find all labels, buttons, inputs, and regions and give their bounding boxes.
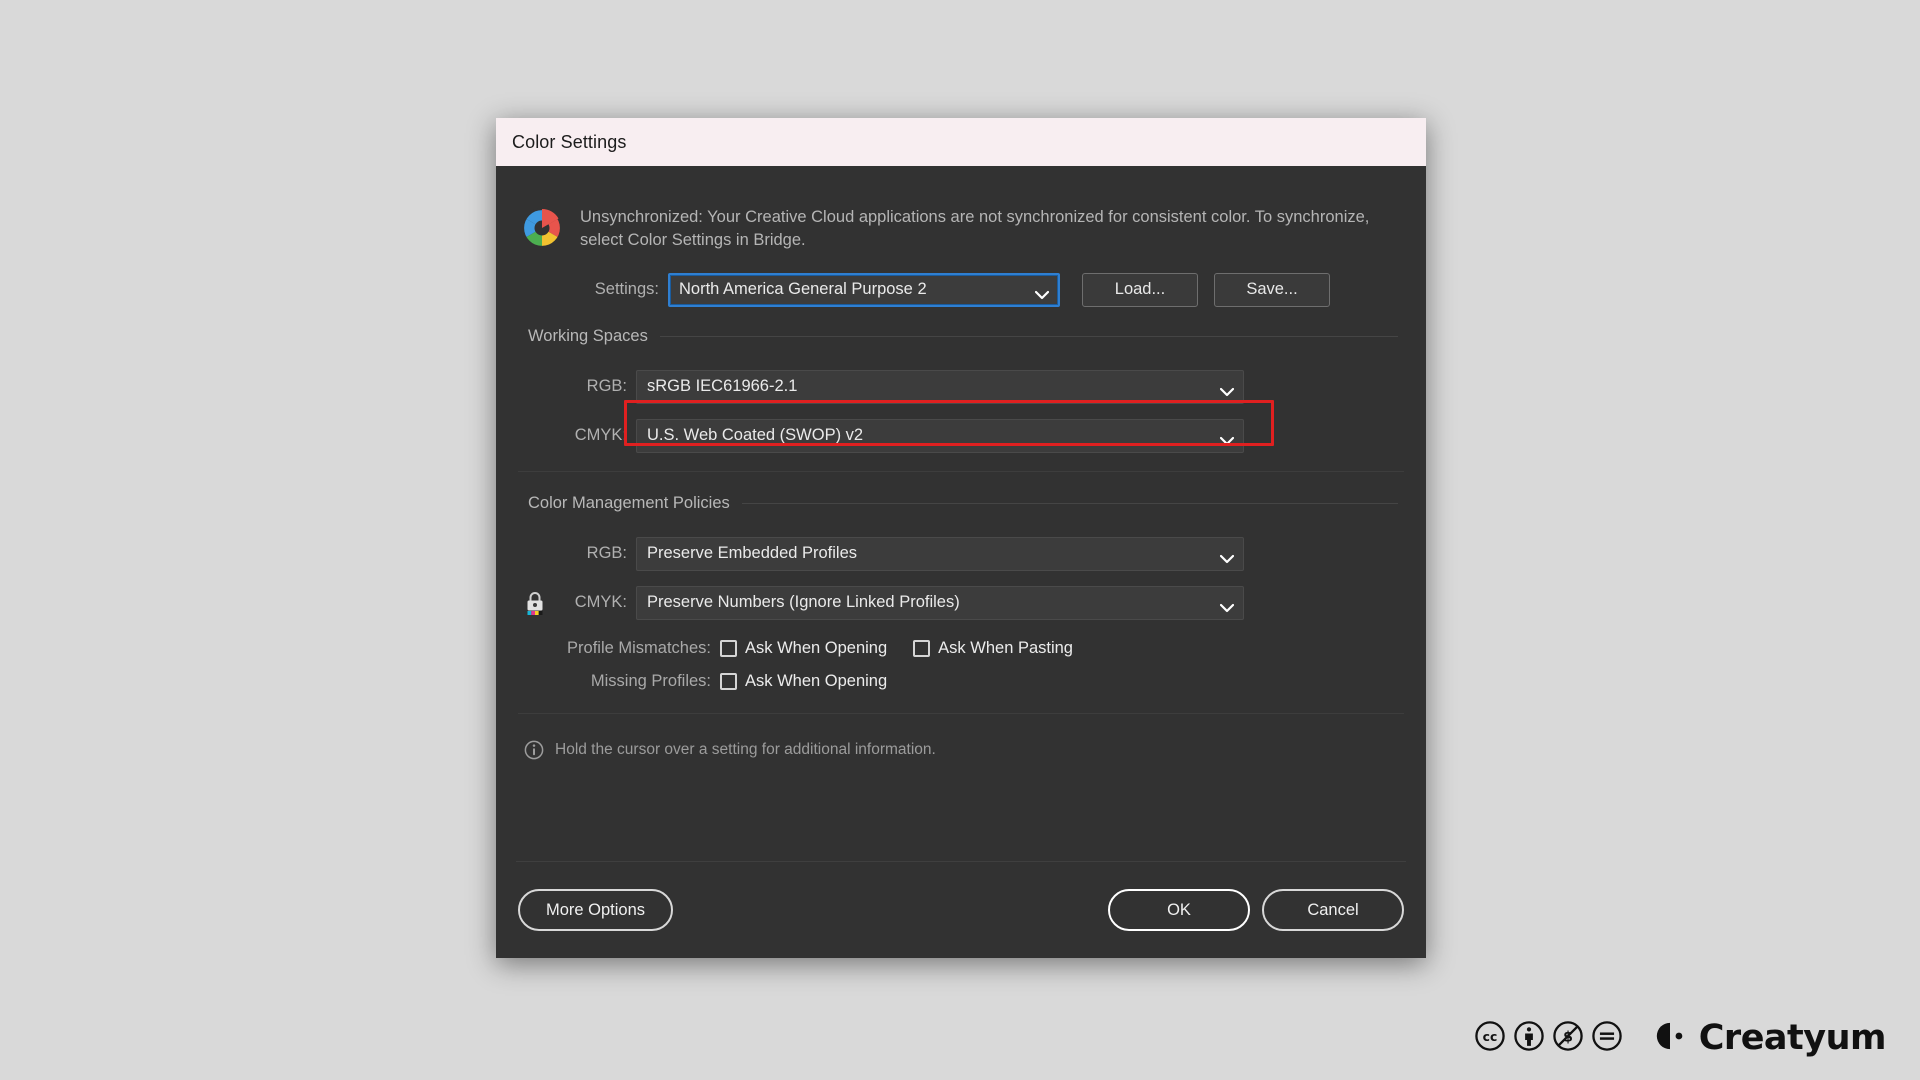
working-spaces-cmyk-dropdown[interactable]: U.S. Web Coated (SWOP) v2 [636, 418, 1244, 453]
working-spaces-section: Working Spaces RGB: sRGB IEC61966-2.1 CM… [518, 327, 1404, 472]
profile-mismatches-ask-pasting-checkbox[interactable] [913, 639, 931, 657]
creatyum-wordmark: Creatyum [1698, 1018, 1887, 1058]
working-spaces-group: RGB: sRGB IEC61966-2.1 CMYK: U.S. Web Co… [518, 350, 1404, 472]
ok-button[interactable]: OK [1108, 889, 1250, 931]
footer-divider [516, 861, 1406, 862]
settings-dropdown-value: North America General Purpose 2 [679, 280, 927, 299]
hint-row: Hold the cursor over a setting for addit… [518, 740, 1404, 760]
cmyk-lock-icon [518, 590, 552, 616]
cc-nc-icon: $ [1553, 1020, 1583, 1056]
profile-mismatches-ask-opening-checkbox[interactable] [720, 639, 737, 657]
color-settings-dialog: Color Settings Unsynchronized: Your Crea… [496, 118, 1426, 958]
settings-dropdown[interactable]: North America General Purpose 2 [668, 272, 1060, 307]
missing-profiles-row: Missing Profiles: Ask When Opening [518, 672, 1404, 691]
dialog-footer: More Options OK Cancel [518, 888, 1404, 932]
working-spaces-cmyk-row: CMYK: U.S. Web Coated (SWOP) v2 [518, 418, 1404, 453]
info-circle-icon [524, 740, 544, 760]
missing-profiles-label: Missing Profiles: [590, 671, 711, 690]
policies-header: Color Management Policies [518, 494, 1404, 513]
save-button[interactable]: Save... [1214, 272, 1330, 307]
policies-rgb-dropdown[interactable]: Preserve Embedded Profiles [636, 536, 1244, 571]
policies-cmyk-dropdown[interactable]: Preserve Numbers (Ignore Linked Profiles… [636, 585, 1244, 620]
policies-cmyk-row: CMYK: Preserve Numbers (Ignore Linked Pr… [518, 585, 1404, 620]
cancel-button[interactable]: Cancel [1262, 889, 1404, 931]
policies-rgb-value: Preserve Embedded Profiles [647, 544, 858, 563]
chevron-down-icon [1034, 285, 1050, 299]
chevron-down-icon [1219, 431, 1235, 445]
policies-cmyk-label: CMYK: [574, 593, 627, 612]
working-spaces-rgb-label: RGB: [586, 377, 627, 396]
profile-mismatches-ask-opening-label: Ask When Opening [745, 638, 888, 657]
cc-icon: cc [1475, 1020, 1505, 1056]
policies-group: RGB: Preserve Embedded Profiles CMYK: Pr… [518, 517, 1404, 714]
creatyum-logo: Creatyum [1650, 1018, 1887, 1058]
section-divider [741, 502, 1398, 504]
creative-cloud-color-wheel-icon [520, 206, 564, 250]
policies-cmyk-value: Preserve Numbers (Ignore Linked Profiles… [647, 593, 960, 612]
profile-mismatches-ask-pasting-label: Ask When Pasting [938, 638, 1073, 657]
svg-text:cc: cc [1482, 1029, 1497, 1043]
working-spaces-header: Working Spaces [518, 327, 1404, 346]
creative-commons-badges: cc $ [1475, 1020, 1622, 1056]
missing-profiles-ask-opening-checkbox[interactable] [720, 672, 737, 690]
working-spaces-cmyk-label: CMYK: [574, 426, 627, 445]
policies-rgb-label: RGB: [586, 544, 627, 563]
profile-mismatches-label: Profile Mismatches: [567, 638, 711, 657]
hint-text: Hold the cursor over a setting for addit… [555, 740, 936, 758]
policies-section: Color Management Policies RGB: Preserve … [518, 494, 1404, 714]
working-spaces-cmyk-value: U.S. Web Coated (SWOP) v2 [647, 426, 864, 445]
working-spaces-title: Working Spaces [528, 326, 648, 345]
screen: Color Settings Unsynchronized: Your Crea… [0, 0, 1920, 1080]
chevron-down-icon [1219, 598, 1235, 612]
working-spaces-rgb-value: sRGB IEC61966-2.1 [647, 377, 798, 396]
load-button[interactable]: Load... [1082, 272, 1198, 307]
settings-row: Settings: North America General Purpose … [518, 272, 1404, 307]
chevron-down-icon [1219, 549, 1235, 563]
dialog-title: Color Settings [512, 131, 627, 152]
policies-title: Color Management Policies [528, 493, 730, 512]
missing-profiles-ask-opening-label: Ask When Opening [745, 671, 888, 690]
chevron-down-icon [1219, 382, 1235, 396]
dialog-body: Unsynchronized: Your Creative Cloud appl… [496, 166, 1426, 958]
creatyum-mark-icon [1650, 1020, 1690, 1057]
dialog-titlebar: Color Settings [496, 118, 1426, 166]
section-divider [659, 335, 1398, 337]
more-options-button[interactable]: More Options [518, 889, 674, 931]
cc-nd-icon [1592, 1020, 1622, 1056]
profile-mismatches-row: Profile Mismatches: Ask When Opening Ask… [518, 639, 1404, 658]
settings-label: Settings: [594, 280, 659, 299]
sync-notice-text: Unsynchronized: Your Creative Cloud appl… [580, 208, 1370, 250]
working-spaces-rgb-dropdown[interactable]: sRGB IEC61966-2.1 [636, 369, 1244, 404]
cc-by-icon [1514, 1020, 1544, 1056]
policies-rgb-row: RGB: Preserve Embedded Profiles [518, 536, 1404, 571]
watermark: cc $ [1475, 1018, 1887, 1058]
sync-notice: Unsynchronized: Your Creative Cloud appl… [518, 190, 1404, 263]
working-spaces-rgb-row: RGB: sRGB IEC61966-2.1 [518, 369, 1404, 404]
